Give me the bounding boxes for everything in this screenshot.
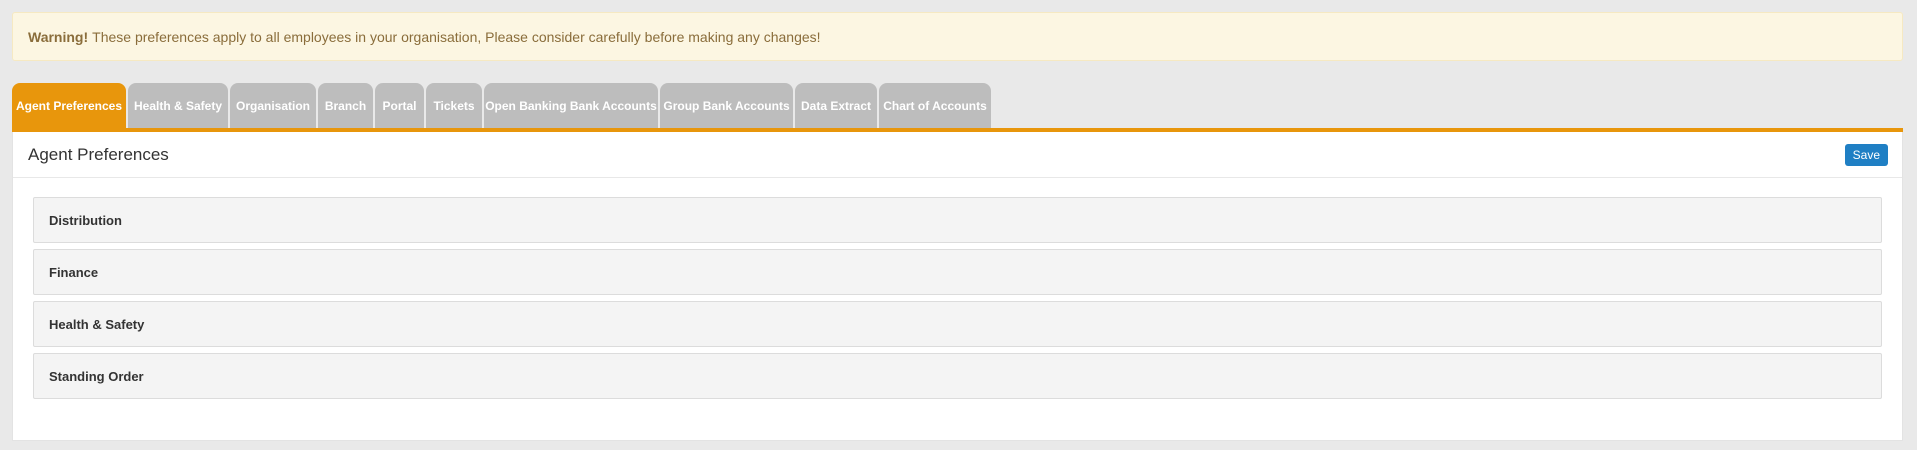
section-health-safety[interactable]: Health & Safety [33,301,1882,347]
tab-chart-of-accounts[interactable]: Chart of Accounts [879,83,991,129]
tab-tickets[interactable]: Tickets [426,83,482,129]
panel-header: Agent Preferences Save [13,132,1902,178]
preferences-tabs: Agent Preferences Health & Safety Organi… [12,82,993,129]
warning-alert: Warning! These preferences apply to all … [12,12,1903,61]
section-standing-order[interactable]: Standing Order [33,353,1882,399]
panel-title: Agent Preferences [28,144,169,164]
warning-label: Warning! [28,28,89,45]
section-finance[interactable]: Finance [33,249,1882,295]
save-button[interactable]: Save [1844,143,1888,166]
tab-health-safety[interactable]: Health & Safety [128,83,228,129]
tab-data-extract[interactable]: Data Extract [795,83,877,129]
agent-preferences-panel: Agent Preferences Save Distribution Fina… [12,132,1903,441]
section-distribution[interactable]: Distribution [33,197,1882,243]
preference-sections: Distribution Finance Health & Safety Sta… [13,178,1902,399]
tab-organisation[interactable]: Organisation [230,83,316,129]
tab-branch[interactable]: Branch [318,83,373,129]
tab-open-banking-bank-accounts[interactable]: Open Banking Bank Accounts [484,83,658,129]
warning-message: These preferences apply to all employees… [92,28,821,45]
tab-group-bank-accounts[interactable]: Group Bank Accounts [660,83,793,129]
tab-portal[interactable]: Portal [375,83,424,129]
tab-agent-preferences[interactable]: Agent Preferences [12,83,126,129]
